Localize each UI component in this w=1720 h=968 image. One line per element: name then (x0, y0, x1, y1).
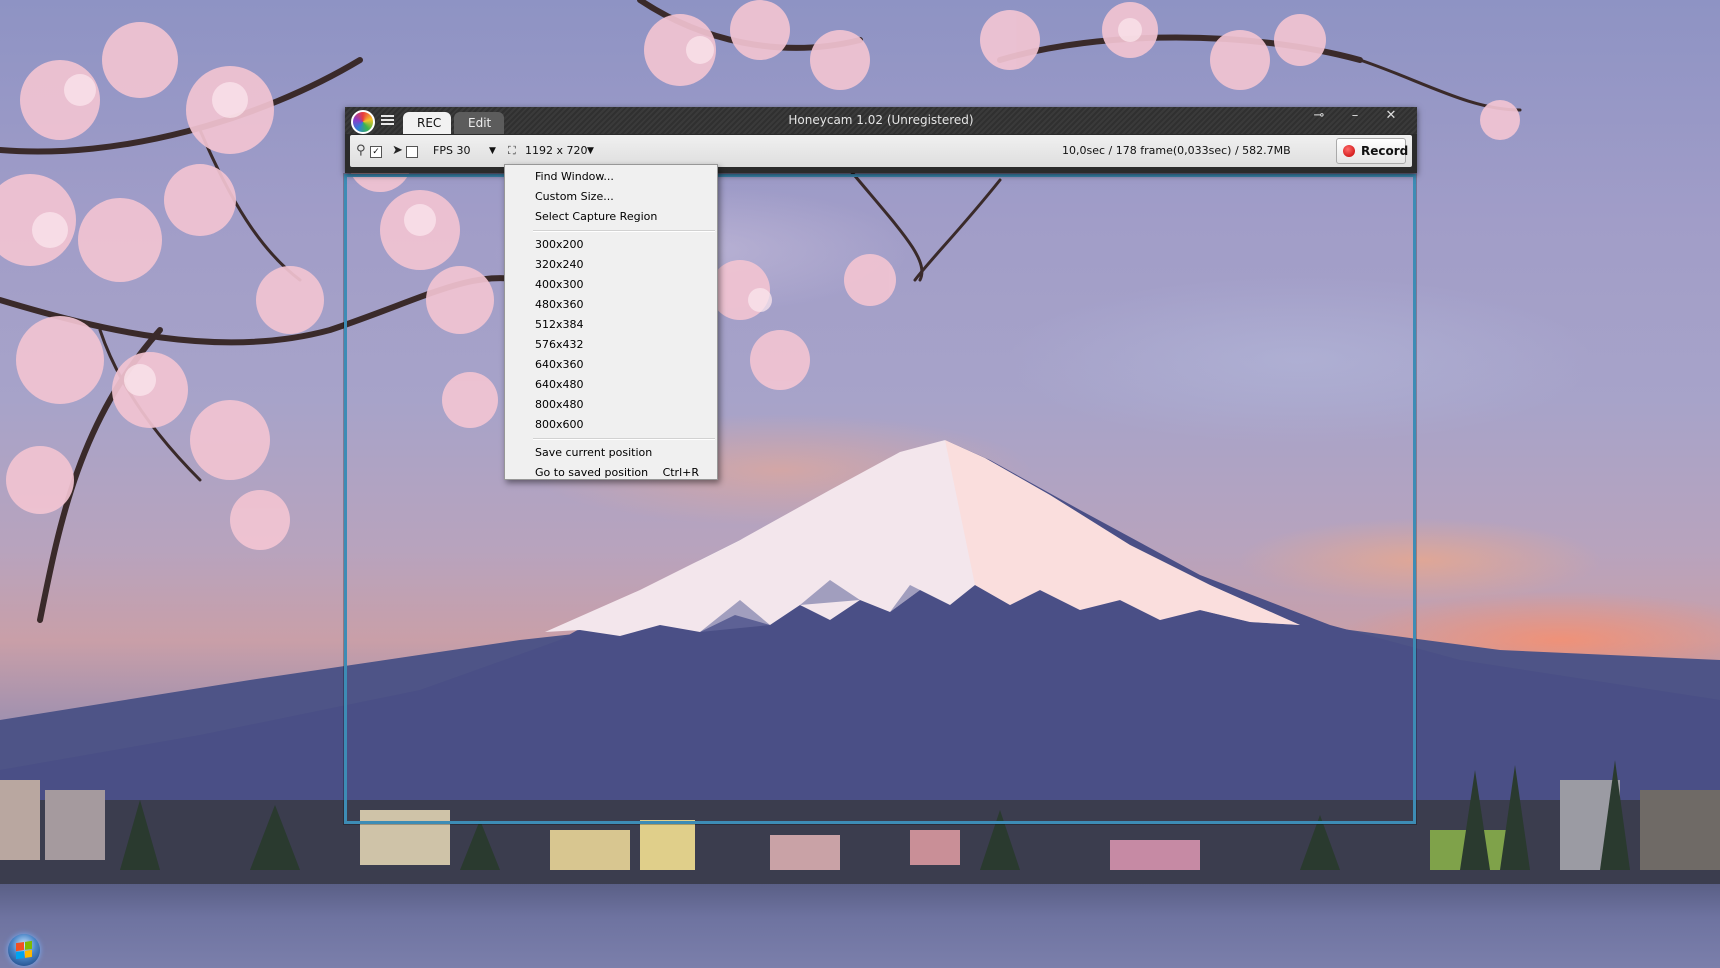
menu-item-size-480x360[interactable]: 480x360 (505, 295, 717, 315)
pin-checkbox[interactable]: ✓ (370, 146, 382, 158)
record-button[interactable]: Record (1336, 138, 1409, 164)
minimize-button[interactable]: – (1341, 107, 1369, 127)
menu-item-size-640x480[interactable]: 640x480 (505, 375, 717, 395)
cursor-checkbox[interactable] (406, 146, 418, 158)
menu-item-label: Go to saved position (535, 466, 649, 479)
record-button-label: Record (1361, 144, 1409, 158)
windows-start-orb-icon[interactable] (8, 934, 40, 966)
menu-separator (533, 230, 715, 232)
menu-item-size-800x600[interactable]: 800x600 (505, 415, 717, 435)
capture-size-dropdown-arrow-icon[interactable]: ▼ (587, 135, 594, 167)
pin-icon: ⚲ (356, 143, 366, 158)
capture-size-icon[interactable]: ⛶ (508, 135, 520, 167)
menu-separator (533, 438, 715, 440)
rec-toolbar: ⚲ ✓ ➤ FPS 30 ▼ ⛶ 1192 x 720 ▼ 10,0sec / … (350, 135, 1412, 167)
tab-rec[interactable]: REC (403, 112, 451, 134)
fps-dropdown-arrow-icon[interactable]: ▼ (489, 135, 496, 167)
menu-item-go-to-saved-position[interactable]: Go to saved position Ctrl+R (505, 463, 717, 483)
menu-item-size-300x200[interactable]: 300x200 (505, 235, 717, 255)
honeycam-logo-icon[interactable] (351, 110, 375, 134)
menu-item-select-capture-region[interactable]: Select Capture Region (505, 207, 717, 227)
menu-item-label: Save current position (535, 446, 653, 459)
title-bar[interactable]: REC Edit Honeycam 1.02 (Unregistered) ⊸ … (345, 107, 1417, 134)
windows-flag-icon (16, 940, 32, 960)
menu-item-custom-size[interactable]: Custom Size... (505, 187, 717, 207)
fps-dropdown[interactable]: FPS 30 (433, 135, 470, 167)
capture-size-dropdown[interactable]: 1192 x 720 (525, 135, 588, 167)
menu-item-size-320x240[interactable]: 320x240 (505, 255, 717, 275)
mouse-cursor-icon: ➤ (392, 143, 403, 158)
menu-item-size-512x384[interactable]: 512x384 (505, 315, 717, 335)
menu-item-size-640x360[interactable]: 640x360 (505, 355, 717, 375)
recording-status: 10,0sec / 178 frame(0,033sec) / 582.7MB (1062, 144, 1291, 157)
menu-item-size-576x432[interactable]: 576x432 (505, 335, 717, 355)
tab-edit[interactable]: Edit (454, 112, 504, 134)
record-dot-icon (1343, 145, 1355, 157)
menu-item-shortcut: Ctrl+R (662, 466, 699, 479)
menu-item-save-current-position[interactable]: Save current position (505, 443, 717, 463)
menu-item-size-800x480[interactable]: 800x480 (505, 395, 717, 415)
capture-size-menu: Find Window... Custom Size... Select Cap… (504, 164, 718, 480)
hamburger-menu-icon[interactable] (381, 115, 394, 126)
menu-item-find-window[interactable]: Find Window... (505, 167, 717, 187)
menu-item-size-400x300[interactable]: 400x300 (505, 275, 717, 295)
close-button[interactable]: ✕ (1377, 107, 1405, 127)
pin-window-icon[interactable]: ⊸ (1305, 107, 1333, 127)
window-title: Honeycam 1.02 (Unregistered) (788, 113, 974, 127)
